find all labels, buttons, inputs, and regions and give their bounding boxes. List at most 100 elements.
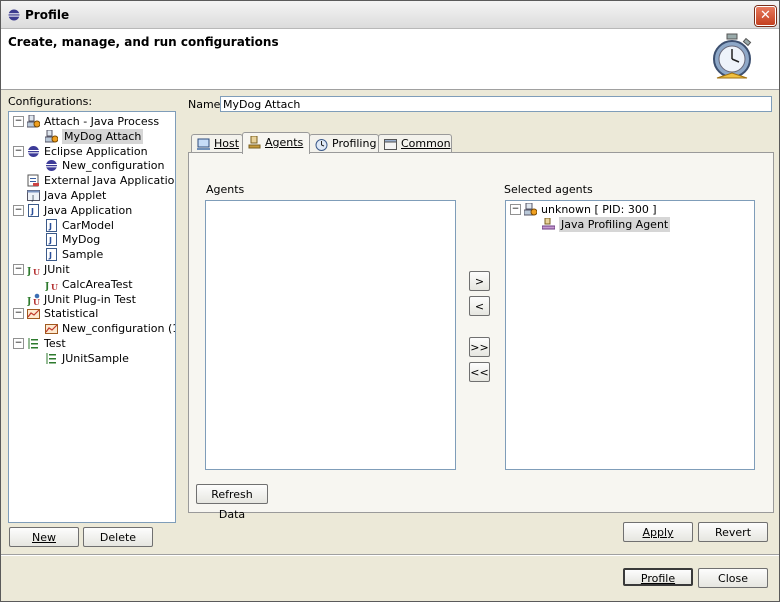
java-app-icon: J [28, 203, 39, 217]
stopwatch-icon [713, 33, 752, 79]
close-icon: ✕ [760, 8, 771, 23]
profile-button[interactable]: Profile [623, 568, 693, 586]
tab-common-label: Common [401, 137, 451, 150]
selected-agent-item[interactable]: Java Profiling Agent [506, 217, 754, 232]
close-button[interactable]: Close [698, 568, 768, 588]
refresh-data-label: Refresh Data [211, 488, 253, 521]
profile-button-label: Profile [640, 572, 676, 585]
statistical-icon [45, 324, 58, 335]
tree-item[interactable]: J U JUnit Plug-in Test [9, 292, 175, 307]
agents-list-label: Agents [206, 183, 245, 196]
tree-item[interactable]: − Attach - Java Process [9, 114, 175, 129]
tab-host[interactable]: Host [191, 134, 243, 153]
new-configuration-button[interactable]: New [9, 527, 79, 547]
tree-item[interactable]: JUnitSample [9, 351, 175, 366]
tree-item[interactable]: J U CalcAreaTest [9, 277, 175, 292]
tree-item-label: Attach - Java Process [44, 115, 160, 128]
profile-dialog: Profile ✕ Create, manage, and run config… [0, 0, 780, 602]
profiling-icon [315, 139, 328, 151]
delete-button-label: Delete [99, 531, 137, 544]
collapse-toggle[interactable]: − [13, 116, 24, 127]
tree-item-label: Test [44, 337, 66, 350]
collapse-toggle[interactable]: − [13, 264, 24, 275]
header-banner: Create, manage, and run configurations [1, 29, 779, 90]
add-all-agents-button[interactable]: >> [469, 337, 490, 357]
refresh-data-button[interactable]: Refresh Data [196, 484, 268, 521]
host-icon [197, 138, 210, 150]
apply-button-label: Apply [642, 526, 674, 539]
tree-item[interactable]: New_configuration (1) [9, 321, 175, 336]
tree-item-label: Java Application [44, 203, 133, 217]
eclipse-icon [28, 145, 39, 157]
configurations-label: Configurations: [8, 95, 93, 108]
svg-text:J: J [27, 297, 31, 306]
banner-title: Create, manage, and run configurations [8, 35, 279, 49]
add-agent-button[interactable]: > [469, 271, 490, 291]
eclipse-icon [8, 9, 20, 21]
svg-text:J: J [48, 222, 52, 231]
tree-item-label: JUnit Plug-in Test [44, 292, 136, 306]
collapse-toggle[interactable]: − [13, 145, 24, 157]
tree-item[interactable]: J Sample [9, 247, 175, 262]
svg-text:J: J [30, 207, 34, 216]
new-button-label: New [32, 531, 56, 544]
selected-agent-label: unknown [ PID: 300 ] [541, 203, 657, 216]
junit-plugin-icon: JU [27, 293, 40, 306]
tree-item-label: CalcAreaTest [62, 277, 133, 291]
remove-agent-button[interactable]: < [469, 296, 490, 316]
java-app-icon: J [46, 233, 57, 247]
revert-button[interactable]: Revert [698, 522, 768, 542]
agents-icon [248, 136, 261, 149]
collapse-toggle[interactable]: − [13, 308, 24, 320]
tree-item-label: MyDog [62, 233, 101, 247]
name-input[interactable] [220, 96, 772, 112]
common-icon [384, 139, 397, 150]
tree-item[interactable]: J Java Applet [9, 188, 175, 203]
tree-item-label: MyDog Attach [62, 128, 144, 144]
tree-item[interactable]: − J U JUnit [9, 262, 175, 277]
tree-item[interactable]: − Test [9, 336, 175, 351]
add-all-agents-label: >> [470, 341, 489, 354]
add-agent-label: > [474, 275, 485, 288]
collapse-toggle[interactable]: − [13, 204, 24, 216]
tree-item[interactable]: New_configuration [9, 158, 175, 173]
tab-common[interactable]: Common [378, 134, 452, 153]
tree-item-label: Java Applet [44, 189, 107, 202]
selected-agents-tree[interactable]: − unknown [ PID: 300 ] Java Profiling Agen… [505, 200, 755, 470]
tree-item[interactable]: − J Java Application [9, 203, 175, 218]
tree-item-label: Eclipse Application [44, 144, 148, 158]
available-agents-list[interactable] [205, 200, 456, 470]
tree-item[interactable]: − Statistical [9, 306, 175, 321]
tree-item-label: New_configuration (1) [62, 322, 176, 336]
tree-item[interactable]: J CarModel [9, 218, 175, 233]
tree-item-label: External Java Application [44, 174, 176, 188]
external-app-icon [27, 174, 39, 187]
svg-text:J: J [45, 282, 49, 291]
close-button-label: Close [718, 572, 748, 585]
title-bar[interactable]: Profile ✕ [1, 1, 779, 29]
remove-all-agents-button[interactable]: << [469, 362, 490, 382]
delete-configuration-button[interactable]: Delete [83, 527, 153, 547]
svg-text:U: U [51, 282, 58, 291]
tree-item[interactable]: − Eclipse Application [9, 144, 175, 159]
tree-item[interactable]: J MyDog [9, 232, 175, 247]
configurations-tree[interactable]: − Attach - Java Process MyDog Attach − Eclip… [8, 111, 176, 523]
tab-profiling[interactable]: Profiling [309, 134, 379, 153]
collapse-toggle[interactable]: − [510, 204, 521, 215]
java-app-icon: J [46, 218, 57, 232]
window-close-button[interactable]: ✕ [755, 6, 776, 26]
remove-agent-label: < [474, 300, 485, 313]
svg-text:J: J [31, 194, 34, 202]
java-app-icon: J [46, 248, 57, 262]
tree-item[interactable]: External Java Application [9, 173, 175, 188]
process-icon [524, 203, 537, 216]
svg-text:J: J [48, 251, 52, 260]
selected-agent-item[interactable]: − unknown [ PID: 300 ] [506, 202, 754, 217]
selected-agents-label: Selected agents [504, 183, 593, 196]
tree-item-label: JUnitSample [62, 351, 129, 365]
tree-item[interactable]: MyDog Attach [9, 128, 175, 144]
apply-button[interactable]: Apply [623, 522, 693, 542]
collapse-toggle[interactable]: − [13, 338, 24, 349]
tab-agents[interactable]: Agents [242, 132, 310, 154]
revert-button-label: Revert [714, 526, 752, 539]
